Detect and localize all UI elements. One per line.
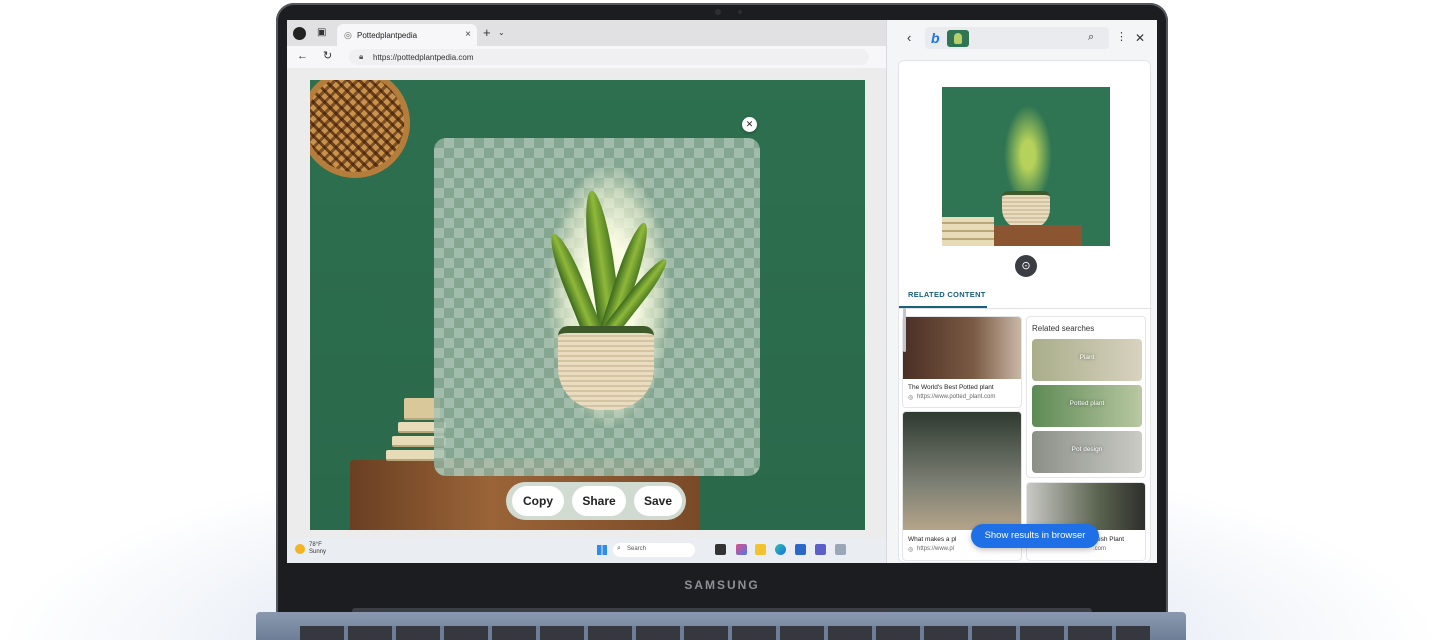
bing-logo-icon: b <box>931 30 940 46</box>
globe-icon: ◎ <box>908 395 914 401</box>
webcam <box>715 9 721 15</box>
result-url: https://www.potted_plant.com <box>917 394 996 400</box>
query-image-preview <box>942 87 1110 246</box>
scrollbar[interactable] <box>903 308 906 352</box>
related-search-tile[interactable]: Pot design <box>1032 431 1142 473</box>
tab-related-content[interactable]: RELATED CONTENT <box>899 279 1152 309</box>
close-icon[interactable]: ✕ <box>742 117 757 132</box>
profile-icon[interactable] <box>293 27 306 40</box>
result-title: The World's Best Potted plant <box>908 384 994 391</box>
lock-icon: 🔒︎ <box>359 52 364 61</box>
preview-stump <box>982 225 1082 246</box>
share-button[interactable]: Share <box>572 486 626 516</box>
related-search-tile[interactable]: Plant <box>1032 339 1142 381</box>
visual-search-icon[interactable]: ⊙ <box>1015 255 1037 277</box>
taskbar-app-icon[interactable] <box>715 544 726 555</box>
plus-icon[interactable]: + <box>483 26 491 39</box>
related-searches-title: Related searches <box>1032 324 1095 333</box>
tab-actions-icon[interactable]: ▣ <box>317 28 326 38</box>
url-field[interactable]: 🔒︎ https://pottedplantpedia.com <box>349 49 869 65</box>
related-search-label: Potted plant <box>1069 400 1105 407</box>
weather-widget[interactable]: 78°F Sunny <box>309 542 326 556</box>
tab-title: Pottedplantpedia <box>357 31 418 40</box>
webpage-image: ✕ Copy Share Save <box>310 80 865 530</box>
plant-pot <box>558 326 654 410</box>
edge-icon[interactable] <box>775 544 786 555</box>
save-button[interactable]: Save <box>634 486 682 516</box>
browser-tab-bar: ▣ ◎ Pottedplantpedia × + ⌄ <box>287 20 887 46</box>
result-card[interactable]: esh Plant .com <box>1026 482 1146 561</box>
sensor <box>738 10 742 14</box>
result-url: .com <box>1093 546 1107 552</box>
visual-search-box[interactable]: b <box>925 27 1109 49</box>
search-icon[interactable]: ⌕ <box>1088 32 1094 43</box>
taskbar-search-label: Search <box>627 546 647 552</box>
browser-tab[interactable]: ◎ Pottedplantpedia × <box>337 24 477 46</box>
related-searches-card: Related searches Plant Potted plant Pot … <box>1026 316 1146 478</box>
panel-toolbar: ‹ b ⌕ ⋮ ✕ <box>887 20 1157 56</box>
related-search-tile[interactable]: Potted plant <box>1032 385 1142 427</box>
preview-pot <box>1002 191 1050 229</box>
taskbar: 78°F Sunny ⌕ Search <box>287 538 887 563</box>
result-thumbnail <box>903 412 1021 530</box>
preview-plant <box>1004 105 1052 205</box>
related-search-label: Pot design <box>1071 446 1103 453</box>
windows-icon[interactable] <box>597 545 607 555</box>
file-explorer-icon[interactable] <box>755 544 766 555</box>
more-options-icon[interactable]: ⋮ <box>1116 32 1127 43</box>
weather-condition: Sunny <box>309 549 327 555</box>
laptop-screen: ▣ ◎ Pottedplantpedia × + ⌄ ← ↻ 🔒︎ https:… <box>287 20 1157 563</box>
weather-temp: 78°F <box>309 542 322 548</box>
refresh-icon[interactable]: ↻ <box>323 51 332 62</box>
related-search-label: Plant <box>1079 354 1095 361</box>
results-card: ⊙ RELATED CONTENT The World's Best Potte… <box>898 60 1152 563</box>
result-url: https://www.pl <box>917 546 955 552</box>
address-bar-row: ← ↻ 🔒︎ https://pottedplantpedia.com <box>287 46 887 68</box>
back-arrow-icon[interactable]: ← <box>297 51 308 62</box>
keyboard <box>300 626 1150 640</box>
brand-logo: SAMSUNG <box>684 578 760 592</box>
result-title: What makes a pl <box>908 536 957 543</box>
result-card[interactable]: The World's Best Potted plant https://ww… <box>902 316 1022 408</box>
globe-icon: ◎ <box>908 547 914 553</box>
show-results-in-browser-button[interactable]: Show results in browser <box>971 524 1099 548</box>
tab-label: RELATED CONTENT <box>908 290 986 299</box>
result-thumbnail <box>1027 483 1145 530</box>
preview-books <box>942 217 994 246</box>
visual-search-side-panel: ‹ b ⌕ ⋮ ✕ ⊙ RELATED CONTENT The World's … <box>886 20 1157 563</box>
search-icon: ⌕ <box>617 545 621 552</box>
weather-sun-icon[interactable] <box>295 544 305 554</box>
store-icon[interactable] <box>795 544 806 555</box>
result-thumbnail <box>903 317 1021 379</box>
taskbar-search[interactable]: ⌕ Search <box>613 543 695 557</box>
teams-icon[interactable] <box>815 544 826 555</box>
query-image-thumbnail <box>947 30 969 47</box>
taskbar-app-icon[interactable] <box>736 544 747 555</box>
close-panel-icon[interactable]: ✕ <box>1135 32 1145 44</box>
copy-button[interactable]: Copy <box>512 486 564 516</box>
url-text: https://pottedplantpedia.com <box>373 53 474 62</box>
chevron-down-icon[interactable]: ⌄ <box>498 29 505 37</box>
active-tab-indicator <box>899 306 987 308</box>
taskbar-app-icon[interactable] <box>835 544 846 555</box>
close-tab-icon[interactable]: × <box>465 29 471 40</box>
result-title: esh Plant <box>1097 536 1125 543</box>
back-arrow-icon[interactable]: ‹ <box>907 31 911 44</box>
globe-icon: ◎ <box>344 30 352 40</box>
cutout-action-bar: Copy Share Save <box>506 482 686 520</box>
